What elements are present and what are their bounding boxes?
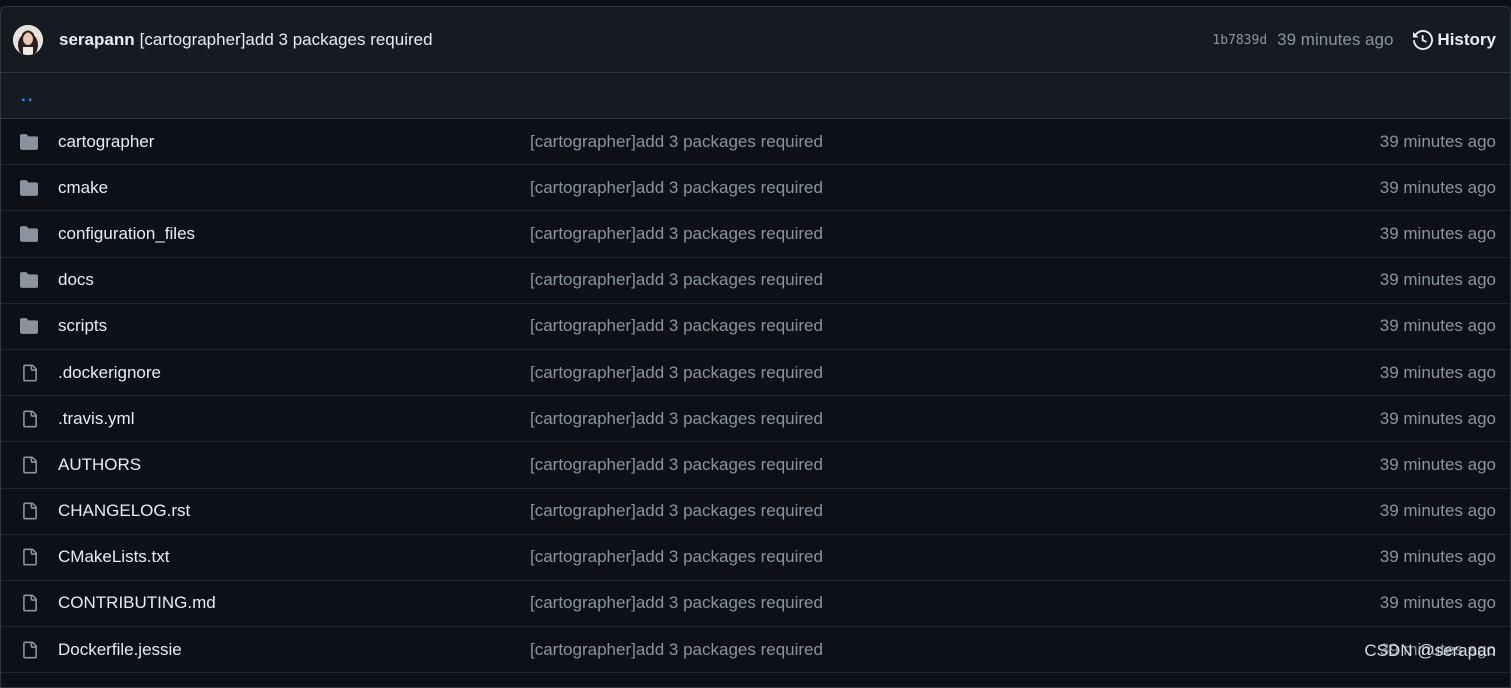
file-row[interactable]: configuration_files [cartographer]add 3 p… — [1, 211, 1510, 258]
file-row[interactable]: CHANGELOG.rst [cartographer]add 3 package… — [1, 489, 1510, 535]
file-commit-message-link[interactable]: [cartographer]add 3 packages required — [530, 270, 823, 290]
file-name-link[interactable]: cartographer — [58, 132, 154, 152]
file-commit-message-link[interactable]: [cartographer]add 3 packages required — [530, 455, 823, 475]
file-commit-message-link[interactable]: [cartographer]add 3 packages required — [530, 132, 823, 152]
file-commit-time: 39 minutes ago — [1379, 547, 1496, 567]
file-name-link[interactable]: Dockerfile.jessie — [58, 640, 182, 660]
latest-commit-bar: serapann [cartographer]add 3 packages re… — [1, 7, 1510, 73]
file-browser: serapann [cartographer]add 3 packages re… — [0, 6, 1511, 688]
file-commit-time: 39 minutes ago — [1379, 454, 1496, 474]
file-commit-time: 39 minutes ago — [1379, 223, 1496, 243]
commit-time: 39 minutes ago — [1277, 29, 1394, 49]
file-icon — [18, 408, 40, 430]
file-icon — [18, 592, 40, 614]
file-commit-message-link[interactable]: [cartographer]add 3 packages required — [530, 640, 823, 660]
folder-icon — [18, 131, 40, 153]
commit-author[interactable]: serapann — [59, 30, 135, 50]
file-name-link[interactable]: CMakeLists.txt — [58, 547, 169, 567]
file-name-link[interactable]: .travis.yml — [58, 409, 135, 429]
file-name-link[interactable]: CHANGELOG.rst — [58, 501, 190, 521]
file-row[interactable]: docs [cartographer]add 3 packages require… — [1, 258, 1510, 304]
file-row[interactable]: CMakeLists.txt [cartographer]add 3 packag… — [1, 535, 1510, 581]
file-commit-time: 39 minutes ago — [1379, 177, 1496, 197]
file-name-link[interactable]: CONTRIBUTING.md — [58, 593, 216, 613]
file-icon — [18, 500, 40, 522]
commit-sha[interactable]: 1b7839d — [1212, 33, 1267, 48]
commit-message[interactable]: [cartographer]add 3 packages required — [140, 30, 433, 50]
file-commit-time: 39 minutes ago — [1379, 408, 1496, 428]
file-commit-message-link[interactable]: [cartographer]add 3 packages required — [530, 547, 823, 567]
parent-directory-row[interactable]: .. — [1, 73, 1510, 119]
file-commit-time: 39 minutes ago — [1379, 362, 1496, 382]
file-row[interactable]: .dockerignore [cartographer]add 3 package… — [1, 350, 1510, 397]
file-row[interactable]: CONTRIBUTING.md [cartographer]add 3 packa… — [1, 581, 1510, 628]
file-icon — [18, 362, 40, 384]
file-commit-message-link[interactable]: [cartographer]add 3 packages required — [530, 316, 823, 336]
file-name-link[interactable]: docs — [58, 270, 94, 290]
file-icon — [18, 639, 40, 661]
file-row[interactable]: .travis.yml [cartographer]add 3 packages … — [1, 396, 1510, 443]
file-name-link[interactable]: cmake — [58, 178, 108, 198]
file-commit-message-link[interactable]: [cartographer]add 3 packages required — [530, 363, 823, 383]
file-commit-message-link[interactable]: [cartographer]add 3 packages required — [530, 501, 823, 521]
file-name-link[interactable]: AUTHORS — [58, 455, 141, 475]
file-row[interactable]: cartographer [cartographer]add 3 packages… — [1, 119, 1510, 166]
file-row[interactable]: cmake [cartographer]add 3 packages requir… — [1, 165, 1510, 212]
folder-icon — [18, 315, 40, 337]
file-name-link[interactable]: .dockerignore — [58, 363, 161, 383]
file-icon — [18, 546, 40, 568]
file-commit-time: 39 minutes ago — [1379, 270, 1496, 290]
file-row[interactable]: scripts [cartographer]add 3 packages requ… — [1, 304, 1510, 350]
file-row[interactable]: AUTHORS [cartographer]add 3 packages requ… — [1, 442, 1510, 489]
history-button[interactable]: History — [1413, 30, 1496, 50]
history-label: History — [1437, 29, 1496, 49]
file-row[interactable]: Dockerfile.jessie [cartographer]add 3 pac… — [1, 627, 1510, 674]
file-commit-time: 39 minutes ago — [1379, 501, 1496, 521]
folder-icon — [18, 223, 40, 245]
file-commit-message-link[interactable]: [cartographer]add 3 packages required — [530, 593, 823, 613]
file-commit-message-link[interactable]: [cartographer]add 3 packages required — [530, 178, 823, 198]
file-commit-message-link[interactable]: [cartographer]add 3 packages required — [530, 224, 823, 244]
file-commit-time: 39 minutes ago — [1379, 639, 1496, 659]
avatar[interactable] — [13, 24, 43, 55]
history-icon — [1413, 29, 1434, 50]
parent-directory-link[interactable]: .. — [21, 86, 34, 106]
file-commit-time: 39 minutes ago — [1379, 131, 1496, 151]
file-name-link[interactable]: scripts — [58, 316, 107, 336]
file-icon — [18, 454, 40, 476]
file-list: cartographer [cartographer]add 3 packages… — [1, 119, 1510, 674]
file-commit-time: 39 minutes ago — [1379, 316, 1496, 336]
file-commit-message-link[interactable]: [cartographer]add 3 packages required — [530, 409, 823, 429]
folder-icon — [18, 269, 40, 291]
file-name-link[interactable]: configuration_files — [58, 224, 195, 244]
file-commit-time: 39 minutes ago — [1379, 593, 1496, 613]
folder-icon — [18, 177, 40, 199]
